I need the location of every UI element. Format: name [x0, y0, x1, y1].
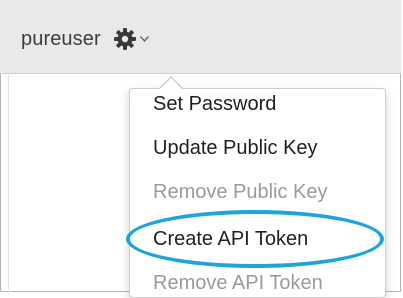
menu-item-remove-public-key: Remove Public Key	[153, 181, 328, 203]
menu-item-update-public-key[interactable]: Update Public Key	[153, 137, 318, 160]
gear-icon[interactable]	[113, 27, 137, 51]
menu-item-remove-api-token: Remove API Token	[153, 272, 323, 294]
dropdown-pointer	[159, 78, 183, 90]
content-divider	[8, 74, 9, 294]
menu-item-set-password[interactable]: Set Password	[153, 93, 276, 116]
user-dropdown-menu: Set Password Update Public Key Remove Pu…	[129, 88, 386, 298]
user-menu-toggle[interactable]: pureuser	[21, 22, 149, 56]
caret-down-icon[interactable]	[139, 36, 149, 42]
username-label: pureuser	[21, 27, 101, 50]
menu-item-create-api-token[interactable]: Create API Token	[153, 228, 308, 251]
